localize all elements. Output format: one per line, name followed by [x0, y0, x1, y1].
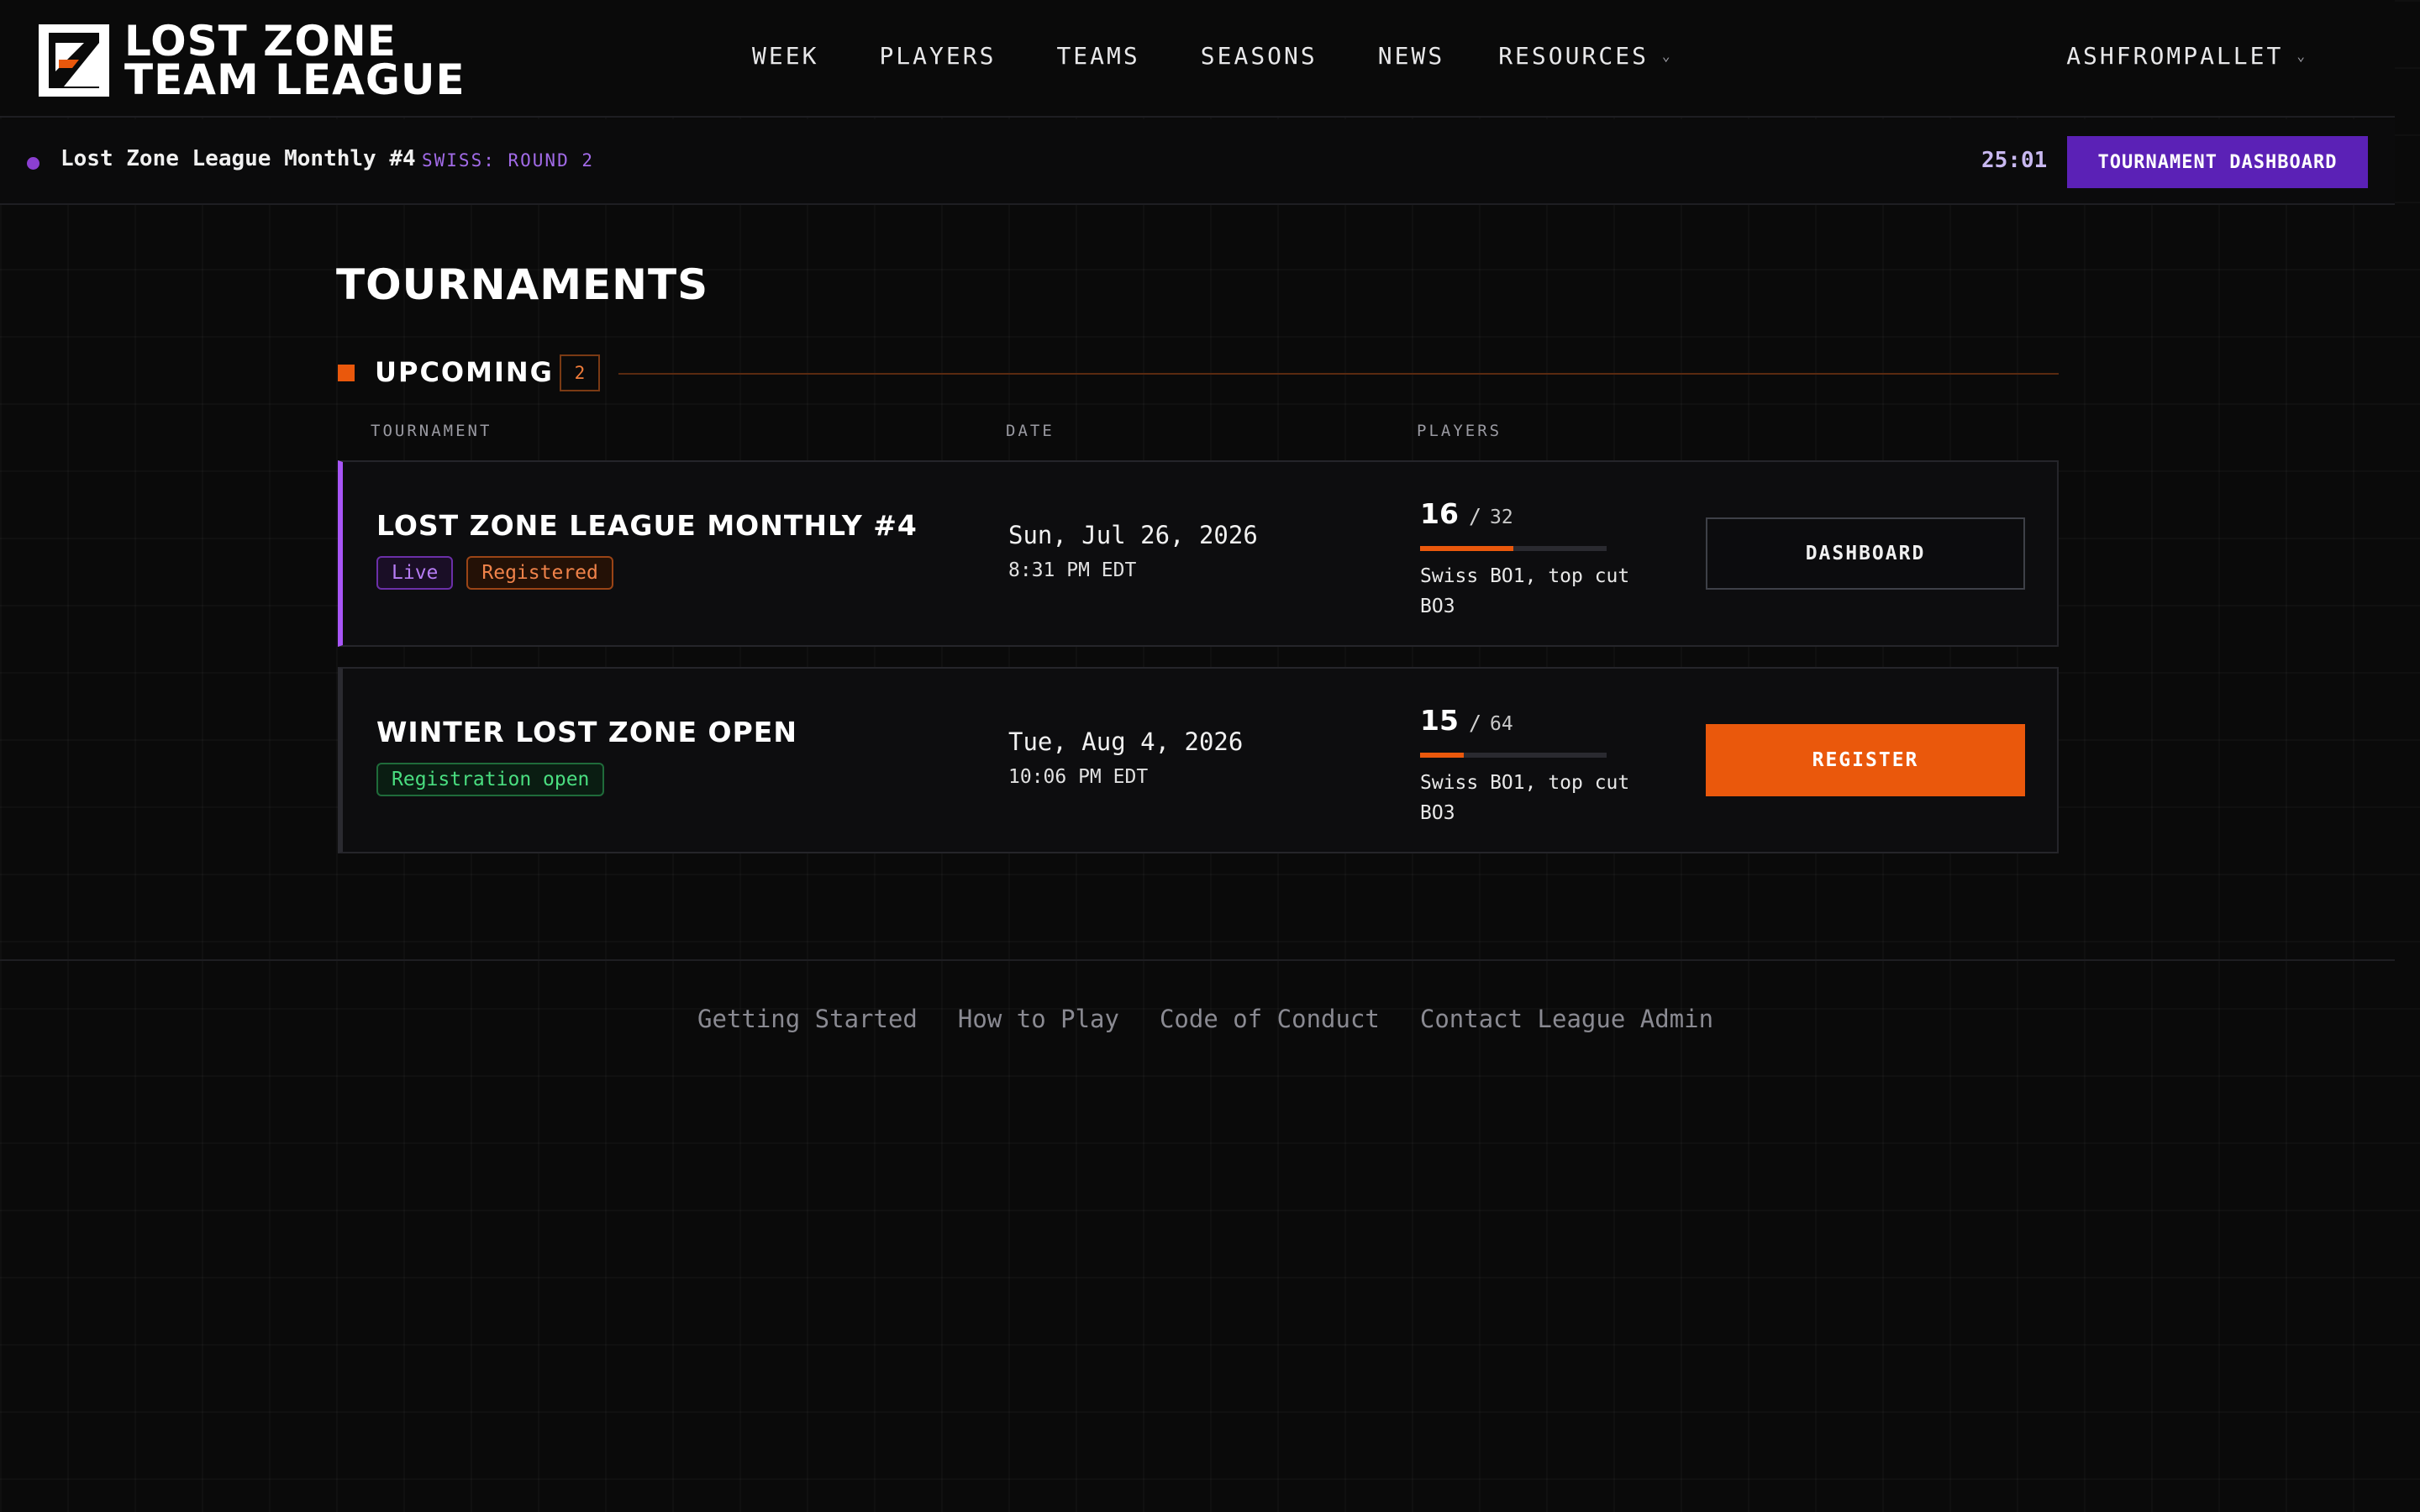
footer-divider	[0, 959, 2395, 961]
page-title: TOURNAMENTS	[336, 260, 709, 309]
players-progress-bar	[1420, 546, 1607, 551]
players-capacity: 32	[1490, 507, 1513, 528]
nav-resources[interactable]: RESOURCES ⌄	[1498, 42, 1672, 70]
logo-wordmark: LOST ZONE TEAM LEAGUE	[124, 20, 466, 104]
section-marker-icon	[338, 365, 355, 381]
players-registered: 16	[1420, 497, 1459, 530]
footer-link-getting-started[interactable]: Getting Started	[697, 1005, 918, 1033]
section-divider	[618, 373, 2059, 375]
column-header-players: PLAYERS	[1417, 422, 1502, 440]
players-progress-fill	[1420, 546, 1513, 551]
live-round-label: SWISS: ROUND 2	[422, 150, 595, 171]
registration-open-badge: Registration open	[376, 763, 605, 796]
chevron-down-icon: ⌄	[2296, 48, 2307, 64]
player-count: 16 / 32	[1420, 497, 1513, 530]
main-nav: WEEK PLAYERS TEAMS SEASONS NEWS RESOURCE…	[752, 42, 1673, 70]
tournament-row[interactable]: WINTER LOST ZONE OPEN Registration open …	[338, 667, 2059, 853]
players-capacity: 64	[1490, 713, 1513, 735]
players-registered: 15	[1420, 704, 1459, 737]
nav-seasons[interactable]: SEASONS	[1201, 42, 1318, 70]
tournament-format: Swiss BO1, top cut BO3	[1420, 772, 1630, 824]
column-header-date: DATE	[1006, 422, 1055, 440]
tournament-date: Sun, Jul 26, 2026	[1008, 521, 1258, 549]
players-progress-fill	[1420, 753, 1464, 758]
section-count-badge: 2	[560, 354, 600, 391]
tournament-format: Swiss BO1, top cut BO3	[1420, 565, 1630, 617]
player-count: 15 / 64	[1420, 704, 1513, 737]
tournament-name[interactable]: LOST ZONE LEAGUE MONTHLY #4	[376, 509, 918, 542]
live-tournament-name[interactable]: Lost Zone League Monthly #4	[60, 146, 416, 171]
nav-week[interactable]: WEEK	[752, 42, 818, 70]
registered-badge: Registered	[466, 556, 613, 590]
footer-link-code-of-conduct[interactable]: Code of Conduct	[1160, 1005, 1380, 1033]
tournament-dashboard-button[interactable]: TOURNAMENT DASHBOARD	[2067, 136, 2368, 188]
footer-link-contact-admin[interactable]: Contact League Admin	[1420, 1005, 1713, 1033]
players-progress-bar	[1420, 753, 1607, 758]
column-header-tournament: TOURNAMENT	[371, 422, 492, 440]
players-separator: /	[1468, 504, 1481, 528]
nav-news[interactable]: NEWS	[1378, 42, 1444, 70]
nav-resources-label: RESOURCES	[1498, 42, 1649, 70]
logo-line-2: TEAM LEAGUE	[124, 55, 466, 104]
live-badge: Live	[376, 556, 454, 590]
username: ASHFROMPALLET	[2066, 42, 2284, 70]
tournament-name[interactable]: WINTER LOST ZONE OPEN	[376, 716, 797, 748]
tournament-time: 10:06 PM EDT	[1008, 766, 1149, 788]
tournament-row[interactable]: LOST ZONE LEAGUE MONTHLY #4 Live Registe…	[338, 460, 2059, 647]
footer-links: Getting Started How to Play Code of Cond…	[697, 1005, 1754, 1033]
dashboard-button[interactable]: DASHBOARD	[1706, 517, 2025, 590]
section-title: UPCOMING	[375, 356, 554, 388]
nav-players[interactable]: PLAYERS	[879, 42, 996, 70]
tournament-date: Tue, Aug 4, 2026	[1008, 727, 1244, 756]
site-header: LOST ZONE TEAM LEAGUE WEEK PLAYERS TEAMS…	[0, 0, 2395, 118]
upcoming-section-header: UPCOMING 2	[338, 354, 2059, 391]
site-logo[interactable]: LOST ZONE TEAM LEAGUE	[39, 20, 466, 104]
tournament-tags: Live Registered	[376, 556, 613, 590]
live-tournament-bar: Lost Zone League Monthly #4 SWISS: ROUND…	[0, 119, 2395, 205]
players-separator: /	[1468, 711, 1481, 735]
round-timer: 25:01	[1981, 148, 2048, 173]
logo-mark-icon	[39, 24, 109, 97]
user-menu[interactable]: ASHFROMPALLET ⌄	[2066, 42, 2307, 70]
footer-link-how-to-play[interactable]: How to Play	[958, 1005, 1119, 1033]
tournament-tags: Registration open	[376, 763, 605, 796]
nav-teams[interactable]: TEAMS	[1056, 42, 1139, 70]
tournament-time: 8:31 PM EDT	[1008, 559, 1137, 581]
register-button[interactable]: REGISTER	[1706, 724, 2025, 796]
chevron-down-icon: ⌄	[1661, 48, 1673, 64]
live-dot-icon	[27, 157, 39, 170]
